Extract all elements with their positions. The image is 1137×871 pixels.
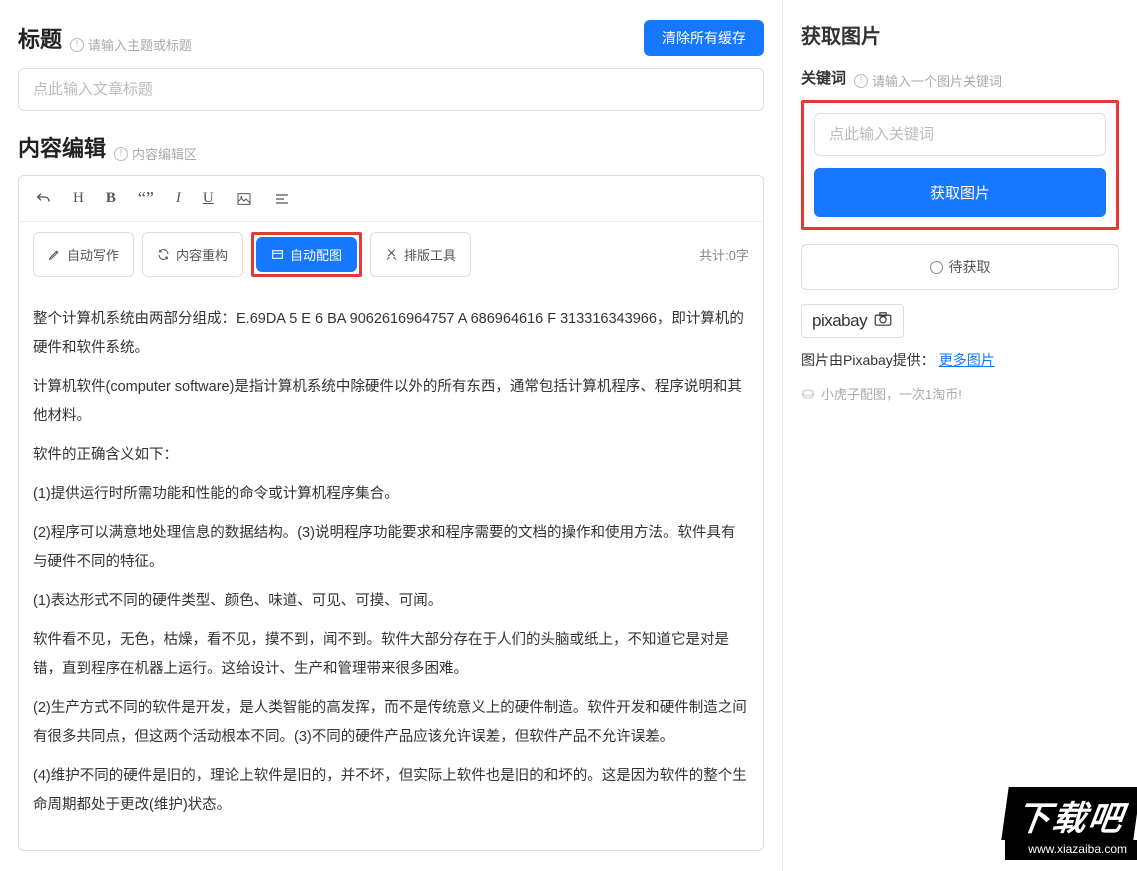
italic-button[interactable]: I [174,188,183,209]
sidebar-title: 获取图片 [801,20,1119,49]
info-icon: ! [70,38,84,52]
keyword-highlight-box: 获取图片 [801,100,1119,230]
pixabay-logo: pixabay [812,311,893,330]
article-title-input[interactable] [18,68,764,111]
paragraph: (2)生产方式不同的软件是开发，是人类智能的高发挥，而不是传统意义上的硬件制造。… [33,694,749,752]
auto-image-button[interactable]: 自动配图 [256,237,357,272]
pixabay-badge: pixabay [801,304,904,338]
circle-icon [930,261,943,274]
heading-button[interactable]: H [71,188,86,209]
undo-button[interactable] [33,189,53,209]
action-row: 自动写作 内容重构 自动配图 排版工具 [19,222,763,287]
paragraph: (1)表达形式不同的硬件类型、颜色、味道、可见、可摸、可闻。 [33,587,749,616]
main-panel: 标题 ! 请输入主题或标题 清除所有缓存 内容编辑 ! 内容编辑区 [0,0,782,871]
auto-image-highlight: 自动配图 [251,232,362,277]
layout-tool-button[interactable]: 排版工具 [370,232,471,277]
pending-button[interactable]: 待获取 [801,244,1119,290]
title-hint: ! 请输入主题或标题 [70,35,192,54]
auto-write-button[interactable]: 自动写作 [33,232,134,277]
fetch-image-button[interactable]: 获取图片 [814,168,1106,217]
paragraph: 计算机软件(computer software)是指计算机系统中除硬件以外的所有… [33,373,749,431]
coin-line: 小虎子配图，一次1淘币! [801,384,1119,403]
editor-container: H B “” I U 自动写作 [18,175,764,851]
editor-hint: ! 内容编辑区 [114,144,197,163]
sidebar-panel: 获取图片 关键词 ! 请输入一个图片关键词 获取图片 待获取 pixabay [782,0,1137,871]
paragraph: 整个计算机系统由两部分组成：E.69DA 5 E 6 BA 9062616964… [33,305,749,363]
paragraph: (4)维护不同的硬件是旧的，理论上软件是旧的，并不坏，但实际上软件也是旧的和坏的… [33,762,749,820]
keyword-label: 关键词 [801,67,846,88]
editor-section-header: 内容编辑 ! 内容编辑区 [18,131,764,163]
coin-icon [801,387,815,401]
refresh-icon [157,248,170,261]
underline-button[interactable]: U [201,188,216,209]
keyword-input[interactable] [814,113,1106,156]
quote-button[interactable]: “” [136,186,156,211]
clear-cache-button[interactable]: 清除所有缓存 [644,20,764,56]
align-left-button[interactable] [272,189,292,209]
restructure-button[interactable]: 内容重构 [142,232,243,277]
pencil-icon [48,248,61,261]
paragraph: 软件的正确含义如下： [33,441,749,470]
keyword-label-row: 关键词 ! 请输入一个图片关键词 [801,67,1119,90]
image-button[interactable] [234,189,254,209]
keyword-hint: ! 请输入一个图片关键词 [854,71,1002,90]
credit-line: 图片由Pixabay提供： 更多图片 [801,350,1119,370]
title-label: 标题 [18,22,62,54]
info-icon: ! [114,147,128,161]
bold-button[interactable]: B [104,188,118,209]
tools-icon [385,248,398,261]
align-left-icon [274,191,290,207]
camera-icon [873,311,893,331]
card-icon [271,248,284,261]
paragraph: (2)程序可以满意地处理信息的数据结构。(3)说明程序功能要求和程序需要的文档的… [33,519,749,577]
editor-label: 内容编辑 [18,131,106,163]
image-icon [236,191,252,207]
word-count: 共计:0字 [699,245,749,264]
more-images-link[interactable]: 更多图片 [939,352,995,368]
title-section-header: 标题 ! 请输入主题或标题 清除所有缓存 [18,20,764,56]
info-icon: ! [854,74,868,88]
paragraph: 软件看不见，无色，枯燥，看不见，摸不到，闻不到。软件大部分存在于人们的头脑或纸上… [33,626,749,684]
paragraph: (1)提供运行时所需功能和性能的命令或计算机程序集合。 [33,480,749,509]
undo-icon [35,191,51,207]
editor-toolbar: H B “” I U [19,176,763,222]
editor-content[interactable]: 整个计算机系统由两部分组成：E.69DA 5 E 6 BA 9062616964… [19,287,763,850]
